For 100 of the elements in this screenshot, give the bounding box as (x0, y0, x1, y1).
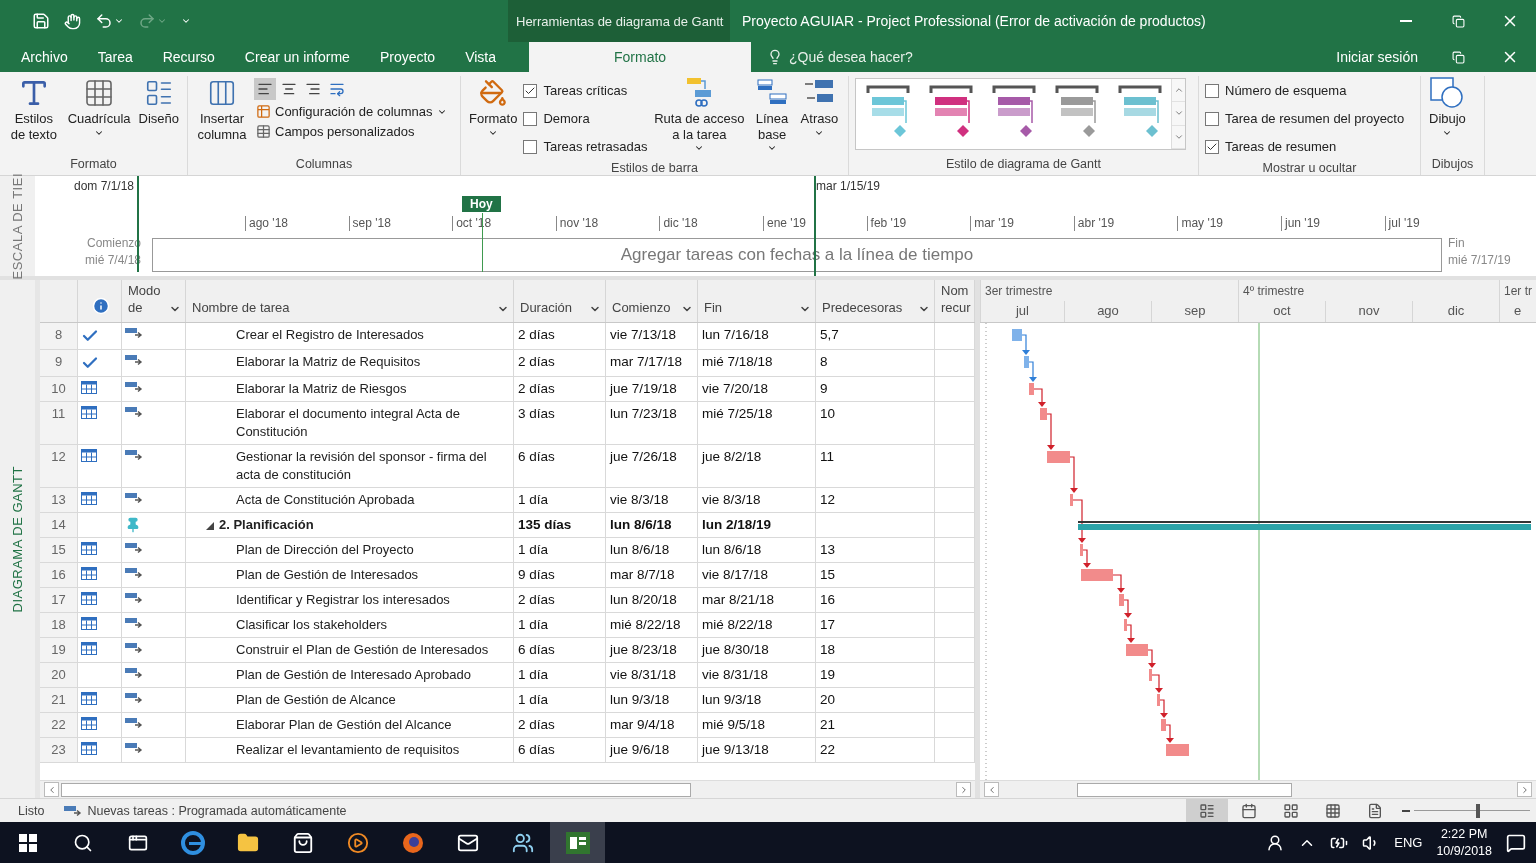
month-header: sep (1151, 300, 1238, 322)
dependency-arrow (1082, 549, 1091, 568)
ribbon-tab[interactable]: Formato (529, 42, 752, 72)
insert-column-button[interactable]: Insertar columna (194, 76, 250, 143)
ribbon-tab[interactable]: Proyecto (364, 42, 451, 72)
scrollbar-thumb[interactable] (61, 782, 691, 797)
view-button[interactable] (1186, 799, 1228, 822)
taskbar-button[interactable] (550, 822, 605, 863)
zoom-thumb[interactable] (1475, 803, 1480, 818)
duration-cell: 135 días (514, 513, 606, 537)
drawing-button[interactable]: Dibujo (1427, 76, 1468, 138)
language-indicator[interactable]: ENG (1394, 835, 1423, 850)
task-path-button[interactable]: Ruta de acceso a la tarea (651, 76, 748, 154)
task-bar (1149, 669, 1152, 681)
clock[interactable]: 2:22 PM 10/9/2018 (1436, 825, 1492, 860)
timeline-month: may '19 (1177, 216, 1224, 231)
column-header[interactable]: Nom recur (941, 283, 971, 317)
column-header[interactable]: Nombre de tarea (192, 300, 290, 317)
windows-logo-icon (18, 833, 37, 852)
calendar-icon (81, 381, 97, 394)
row-number: 15 (40, 538, 78, 562)
checkbox[interactable] (1205, 83, 1219, 98)
undo-icon (95, 12, 113, 30)
ribbon-tab[interactable]: Tarea (82, 42, 148, 72)
checkbox-label[interactable]: Tareas de resumen (1225, 139, 1337, 154)
dependency-arrow (1165, 724, 1174, 743)
task-name: Elaborar la Matriz de Requisitos (236, 353, 421, 371)
column-header[interactable]: Predecesoras (822, 300, 903, 317)
hand-icon (64, 12, 81, 30)
new-tasks-mode[interactable]: Nuevas tareas : Programada automáticamente (64, 803, 347, 818)
ribbon-tab[interactable]: Archivo (6, 42, 83, 72)
calendar-icon (81, 449, 97, 462)
dependency-arrow (1046, 413, 1055, 450)
layout-button[interactable]: Diseño (136, 76, 181, 127)
today-line (482, 213, 483, 272)
ribbon-tab[interactable]: Crear un informe (229, 42, 365, 72)
task-name: Elaborar Plan de Gestión del Alcance (236, 716, 452, 734)
task-name: Clasificar los stakeholders (236, 616, 387, 634)
ribbon-tab[interactable]: Recurso (147, 42, 230, 72)
info-icon (91, 297, 110, 315)
checkbox[interactable] (523, 111, 538, 126)
scrollbar-thumb[interactable] (1077, 782, 1292, 797)
task-bar (1124, 619, 1127, 631)
month-header: oct (1238, 300, 1325, 322)
predecessors-cell: 21 (816, 713, 935, 737)
column-header[interactable]: Duración (520, 300, 573, 317)
dependency-arrow (1069, 456, 1078, 493)
align-left-icon (257, 81, 273, 97)
duration-cell: 1 día (514, 688, 606, 712)
task-name: Elaborar la Matriz de Riesgos (236, 380, 407, 398)
notifications-icon[interactable] (1506, 832, 1526, 853)
column-settings-button[interactable]: Configuración de columnas (254, 103, 449, 120)
column-header[interactable]: Comienzo (612, 300, 671, 317)
duration-cell: 2 días (514, 323, 606, 349)
predecessors-cell: 8 (816, 350, 935, 376)
people-icon[interactable] (1266, 833, 1285, 852)
duration-cell: 9 días (514, 563, 606, 587)
context-tab-title: Herramientas de diagrama de Gantt (508, 0, 730, 42)
row-number: 14 (40, 513, 78, 537)
bar-format-button[interactable]: Formato (467, 76, 520, 138)
ribbon-tab[interactable]: Vista (450, 42, 512, 72)
gridlines-button[interactable]: Cuadrícula (65, 76, 133, 138)
collapse-triangle-icon[interactable] (206, 522, 214, 530)
slippage-button[interactable]: Atraso (796, 76, 842, 138)
finish-date: mié 7/17/19 (1448, 253, 1511, 267)
checkbox[interactable] (1205, 139, 1219, 154)
checkbox-label[interactable]: Número de esquema (1225, 83, 1347, 98)
predecessors-cell: 12 (816, 488, 935, 512)
task-name: Realizar el levantamiento de requisitos (236, 741, 460, 759)
month-header: dic (1412, 300, 1499, 322)
start-cell: vie 8/31/18 (606, 663, 698, 687)
sign-in-link[interactable]: Iniciar sesión (1322, 42, 1432, 72)
custom-fields-button[interactable]: Campos personalizados (254, 123, 449, 140)
checkbox-label[interactable]: Tareas retrasadas (543, 139, 648, 154)
column-header[interactable]: Modo de (128, 283, 162, 317)
tell-me-field[interactable]: ¿Qué desea hacer? (761, 42, 919, 72)
checkbox[interactable] (523, 139, 538, 154)
duration-cell: 1 día (514, 488, 606, 512)
finish-cell: lun 8/6/18 (698, 538, 816, 562)
checkbox[interactable] (523, 83, 538, 98)
align-button[interactable] (254, 78, 276, 100)
finish-cell: mié 9/5/18 (698, 713, 816, 737)
finish-cell: jue 9/13/18 (698, 738, 816, 762)
baseline-button[interactable]: Línea base (751, 76, 793, 154)
text-styles-button[interactable]: Estilos de texto (6, 76, 62, 143)
calendar-icon (81, 692, 97, 705)
checkbox-label[interactable]: Tareas críticas (543, 83, 628, 98)
row-number: 21 (40, 688, 78, 712)
checkbox[interactable] (1205, 111, 1219, 126)
task-name: Gestionar la revisión del sponsor - firma del acta de constitución (236, 448, 488, 484)
checkbox-label[interactable]: Tarea de resumen del proyecto (1225, 111, 1405, 126)
duration-cell: 1 día (514, 663, 606, 687)
column-header[interactable]: Fin (704, 300, 723, 317)
duration-cell: 2 días (514, 350, 606, 376)
group-label: Dibujos (1430, 156, 1475, 173)
timeline-month: ene '19 (763, 216, 806, 231)
finish-cell: mié 7/18/18 (698, 350, 816, 376)
finish-cell: lun 7/16/18 (698, 323, 816, 349)
checkbox-label[interactable]: Demora (543, 111, 590, 126)
zoom-out-icon[interactable] (1402, 809, 1410, 812)
